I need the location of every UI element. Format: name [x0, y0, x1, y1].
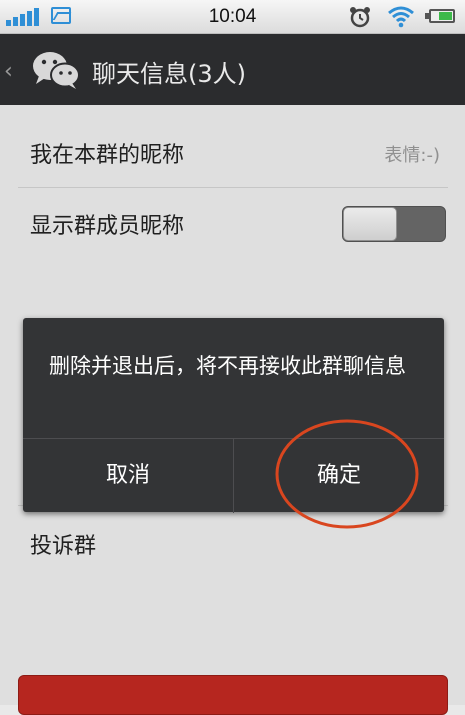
confirm-button[interactable]: 确定 [234, 439, 444, 513]
wifi-icon [388, 6, 414, 28]
battery-icon [429, 9, 455, 23]
dialog-buttons: 取消 确定 [23, 438, 444, 513]
back-icon[interactable]: ‹ [4, 59, 13, 84]
page-title: 聊天信息(3人) [92, 60, 246, 88]
status-bar: 10:04 [0, 0, 465, 34]
delete-and-exit-button[interactable] [18, 675, 448, 715]
chat-logo-icon[interactable] [30, 49, 82, 91]
battery-level [439, 12, 452, 20]
dialog-message: 删除并退出后，将不再接收此群聊信息 [49, 354, 406, 378]
confirm-dialog: 删除并退出后，将不再接收此群聊信息 取消 确定 [23, 318, 444, 513]
title-bar: ‹ 聊天信息(3人) [0, 34, 465, 105]
cancel-button[interactable]: 取消 [23, 439, 234, 513]
alarm-icon [350, 7, 370, 28]
